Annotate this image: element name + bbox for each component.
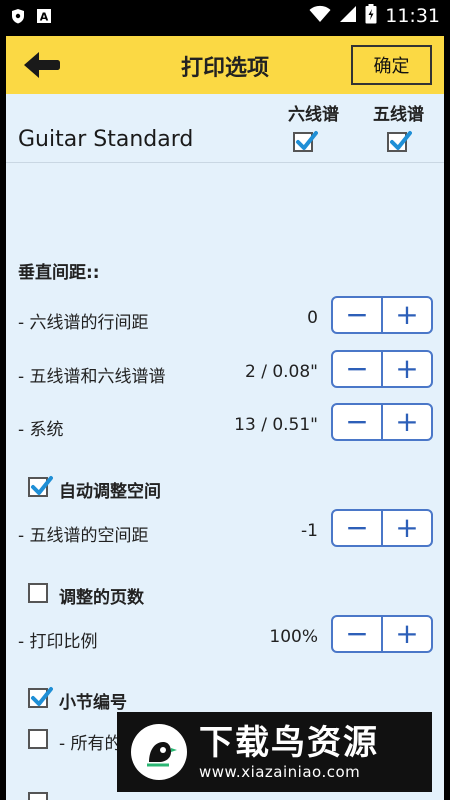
battery-icon — [365, 3, 377, 29]
decrease-button[interactable]: − — [333, 511, 383, 545]
signal-icon — [339, 5, 357, 28]
staff-tab-spacing-stepper: − + — [331, 350, 433, 388]
shield-icon — [10, 8, 26, 24]
tab-line-spacing-label: - 六线谱的行间距 — [18, 313, 149, 333]
system-spacing-value: 13 / 0.51" — [234, 415, 318, 435]
tab-checkbox[interactable] — [293, 131, 318, 152]
system-spacing-label: - 系统 — [18, 420, 64, 440]
status-bar: A 11:31 — [0, 0, 450, 32]
watermark-title: 下载鸟资源 — [199, 723, 379, 763]
staff-tab-spacing-label: - 五线谱和六线谱谱 — [18, 367, 166, 387]
print-scale-label: - 打印比例 — [18, 632, 98, 652]
confirm-button[interactable]: 确定 — [351, 45, 432, 85]
increase-button[interactable]: + — [383, 298, 431, 332]
print-options-screen: 打印选项 确定 六线谱 五线谱 Guitar Standard 垂直间距:: -… — [6, 36, 444, 800]
staff-spacing-value: -1 — [301, 521, 318, 541]
a-icon: A — [36, 8, 52, 24]
checkmark-icon — [31, 476, 53, 495]
checkmark-icon — [390, 131, 412, 150]
auto-space-label: 自动调整空间 — [59, 482, 161, 502]
decrease-button[interactable]: − — [333, 352, 383, 386]
status-time: 11:31 — [385, 5, 440, 27]
bar-numbers-label: 小节编号 — [59, 693, 127, 713]
checkmark-icon — [296, 131, 318, 150]
tab-line-spacing-stepper: − + — [331, 296, 433, 334]
app-bar: 打印选项 确定 — [6, 36, 444, 94]
auto-space-checkbox[interactable] — [28, 476, 53, 497]
all-bars-checkbox[interactable] — [28, 729, 48, 749]
svg-text:A: A — [40, 11, 49, 24]
staff-spacing-label: - 五线谱的空间距 — [18, 526, 149, 546]
decrease-button[interactable]: − — [333, 405, 383, 439]
bar-numbers-checkbox[interactable] — [28, 687, 53, 708]
checkmark-icon — [31, 687, 53, 706]
decrease-button[interactable]: − — [333, 617, 383, 651]
track-name: Guitar Standard — [18, 127, 194, 152]
column-header-tab: 六线谱 — [288, 105, 339, 125]
increase-button[interactable]: + — [383, 352, 431, 386]
increase-button[interactable]: + — [383, 405, 431, 439]
system-spacing-stepper: − + — [331, 403, 433, 441]
increase-button[interactable]: + — [383, 511, 431, 545]
tab-line-spacing-value: 0 — [307, 308, 318, 328]
staff-spacing-stepper: − + — [331, 509, 433, 547]
staff-checkbox[interactable] — [387, 131, 412, 152]
fit-pages-label: 调整的页数 — [59, 588, 144, 608]
vertical-spacing-header: 垂直间距:: — [18, 263, 100, 283]
bird-logo-icon — [131, 724, 187, 780]
decrease-button[interactable]: − — [333, 298, 383, 332]
print-scale-stepper: − + — [331, 615, 433, 653]
column-header-staff: 五线谱 — [373, 105, 424, 125]
fit-pages-checkbox[interactable] — [28, 583, 48, 603]
watermark-banner: 下载鸟资源 www.xiazainiao.com — [117, 712, 432, 792]
increase-button[interactable]: + — [383, 617, 431, 651]
all-bars-label: - 所有的 — [59, 734, 122, 754]
print-scale-value: 100% — [269, 627, 318, 647]
wifi-icon — [309, 5, 331, 28]
watermark-url: www.xiazainiao.com — [199, 763, 361, 781]
staff-tab-spacing-value: 2 / 0.08" — [244, 362, 318, 382]
divider — [6, 162, 444, 163]
next-option-checkbox[interactable] — [28, 792, 48, 800]
